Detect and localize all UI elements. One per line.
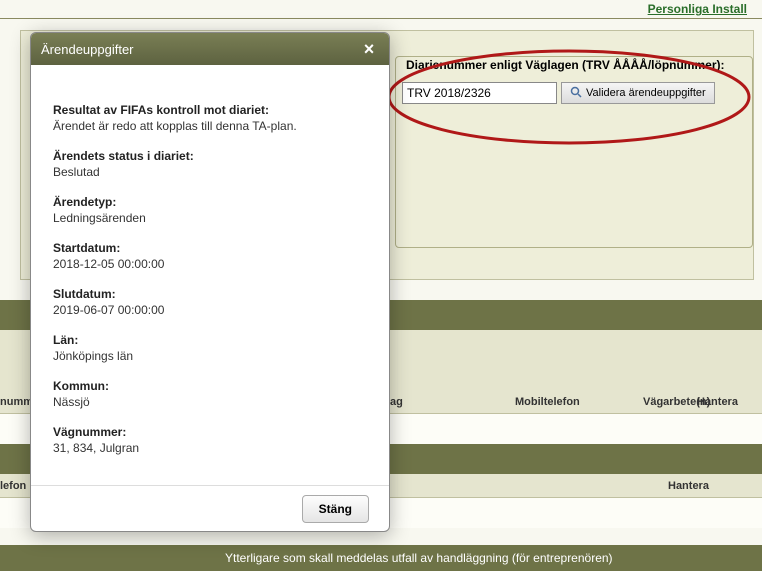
field-status-label: Ärendets status i diariet: <box>53 149 367 163</box>
field-type-label: Ärendetyp: <box>53 195 367 209</box>
modal-title: Ärendeuppgifter <box>41 42 134 57</box>
diarie-legend: Diarienummer enligt Väglagen (TRV ÅÅÅÅ/l… <box>402 58 729 72</box>
field-lan: Län: Jönköpings län <box>53 333 367 363</box>
field-vagnummer-value: 31, 834, Julgran <box>53 441 367 455</box>
th-mobil: Mobiltelefon <box>515 396 580 408</box>
arendeuppgifter-modal: Ärendeuppgifter × Resultat av FIFAs kont… <box>30 32 390 532</box>
field-end-label: Slutdatum: <box>53 287 367 301</box>
field-end: Slutdatum: 2019-06-07 00:00:00 <box>53 287 367 317</box>
field-result: Resultat av FIFAs kontroll mot diariet: … <box>53 103 367 133</box>
field-vagnummer: Vägnummer: 31, 834, Julgran <box>53 425 367 455</box>
field-type: Ärendetyp: Ledningsärenden <box>53 195 367 225</box>
search-icon <box>570 86 582 101</box>
bottom-status-text: Ytterligare som skall meddelas utfall av… <box>225 551 613 565</box>
th-lefon: lefon <box>0 480 26 492</box>
th-hantera: Hantera <box>697 396 738 408</box>
th-tag: ag <box>390 396 403 408</box>
validate-button-label: Validera ärendeuppgifter <box>586 87 706 99</box>
field-lan-label: Län: <box>53 333 367 347</box>
field-result-value: Ärendet är redo att kopplas till denna T… <box>53 119 367 133</box>
validate-button[interactable]: Validera ärendeuppgifter <box>561 82 715 104</box>
personal-settings-link[interactable]: Personliga Install <box>648 2 747 16</box>
field-result-label: Resultat av FIFAs kontroll mot diariet: <box>53 103 367 117</box>
field-start-value: 2018-12-05 00:00:00 <box>53 257 367 271</box>
bottom-status-bar: Ytterligare som skall meddelas utfall av… <box>0 545 762 571</box>
modal-header: Ärendeuppgifter × <box>31 33 389 65</box>
field-status: Ärendets status i diariet: Beslutad <box>53 149 367 179</box>
field-kommun-label: Kommun: <box>53 379 367 393</box>
th-hantera2: Hantera <box>668 480 709 492</box>
field-status-value: Beslutad <box>53 165 367 179</box>
field-start: Startdatum: 2018-12-05 00:00:00 <box>53 241 367 271</box>
field-type-value: Ledningsärenden <box>53 211 367 225</box>
field-vagnummer-label: Vägnummer: <box>53 425 367 439</box>
field-start-label: Startdatum: <box>53 241 367 255</box>
field-kommun-value: Nässjö <box>53 395 367 409</box>
modal-body: Resultat av FIFAs kontroll mot diariet: … <box>31 65 389 485</box>
field-kommun: Kommun: Nässjö <box>53 379 367 409</box>
close-button[interactable]: Stäng <box>302 495 369 523</box>
field-end-value: 2019-06-07 00:00:00 <box>53 303 367 317</box>
modal-footer: Stäng <box>31 485 389 531</box>
field-lan-value: Jönköpings län <box>53 349 367 363</box>
close-icon[interactable]: × <box>359 39 379 59</box>
diarie-number-input[interactable] <box>402 82 557 104</box>
divider <box>0 18 762 19</box>
